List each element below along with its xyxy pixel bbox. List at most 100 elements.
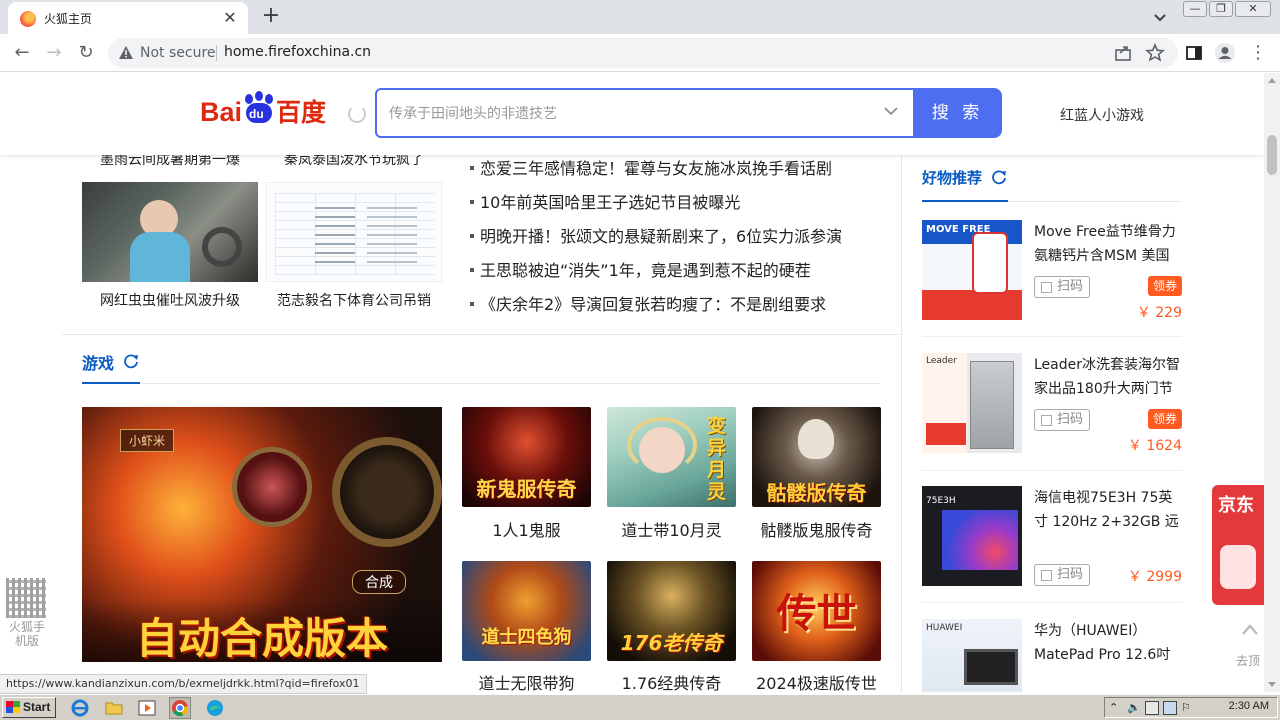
game-label[interactable]: 道士无限带狗 xyxy=(462,670,591,692)
bookmark-star-icon[interactable] xyxy=(1144,42,1166,64)
profile-avatar-icon[interactable] xyxy=(1214,42,1236,64)
omnibox-separator xyxy=(216,45,217,61)
search-header: Bai du 百度 搜 索 红蓝人小游戏 xyxy=(0,73,1264,155)
product-divider xyxy=(922,470,1182,471)
game-label[interactable]: 道士带10月灵 xyxy=(607,517,736,541)
game-label[interactable]: 骷髅版鬼服传奇 xyxy=(752,517,881,541)
scan-button[interactable]: 扫码 xyxy=(1034,564,1090,586)
thumb-text: 176老传奇 xyxy=(620,631,723,655)
browser-menu-icon[interactable]: ⋮ xyxy=(1246,41,1270,65)
photo-caption[interactable]: 范志毅名下体育公司吊销 xyxy=(266,290,442,310)
not-secure-label[interactable]: Not secure xyxy=(140,45,216,61)
back-to-top-label: 去顶 xyxy=(1236,654,1261,668)
refresh-icon[interactable] xyxy=(122,352,140,370)
jd-promo-widget[interactable]: 京东 xyxy=(1212,485,1264,605)
back-arrow-icon[interactable]: ← xyxy=(10,41,34,65)
headline-link[interactable]: 《庆余年2》导演回复张若昀瘦了：不是剧组要求 xyxy=(470,291,826,315)
forward-arrow-icon[interactable]: → xyxy=(42,41,66,65)
headline-link[interactable]: 明晚开播！张颂文的悬疑新剧来了，6位实力派参演 xyxy=(470,223,842,247)
new-tab-button[interactable]: + xyxy=(258,4,284,30)
chrome-icon[interactable] xyxy=(169,697,191,719)
network-icon[interactable] xyxy=(1145,701,1159,715)
game-thumbnail[interactable]: 176老传奇 xyxy=(607,561,736,661)
link-status-bubble: https://www.kandianzixun.com/b/exmeljdrk… xyxy=(0,674,367,694)
game-banner[interactable]: 小虾米 合成 自动合成版本 xyxy=(82,407,442,662)
chevron-down-icon[interactable] xyxy=(883,103,899,119)
tab-title: 火狐主页 xyxy=(44,12,93,26)
headline-link[interactable]: 王思聪被迫“消失”1年，竟是遇到惹不起的硬茬 xyxy=(470,257,811,281)
scan-button[interactable]: 扫码 xyxy=(1034,409,1090,431)
close-window-button[interactable]: ✕ xyxy=(1235,1,1271,17)
media-player-icon[interactable] xyxy=(137,698,157,718)
address-bar[interactable]: Not secure home.firefoxchina.cn xyxy=(108,38,1178,68)
volume-icon[interactable]: 🔈 xyxy=(1127,701,1141,715)
headline-link[interactable]: 10年前英国哈里王子选妃节目被曝光 xyxy=(470,189,740,213)
products-section-title: 好物推荐 xyxy=(922,169,983,187)
game-label[interactable]: 1.76经典传奇 xyxy=(607,670,736,692)
share-icon[interactable] xyxy=(1112,42,1134,64)
product-image-text: HUAWEI xyxy=(926,623,963,633)
qr-code-icon xyxy=(6,578,46,618)
scrollbar-thumb[interactable] xyxy=(1267,135,1277,175)
product-title[interactable]: Move Free益节维骨力氨糖钙片含MSM 美国 xyxy=(1034,220,1184,268)
product-image[interactable]: 75E3H xyxy=(922,486,1022,586)
baidu-logo[interactable]: Bai du 百度 xyxy=(200,91,326,131)
game-thumbnail[interactable]: 变异月灵 xyxy=(607,407,736,507)
qr-label: 火狐手机版 xyxy=(8,620,45,648)
product-title[interactable]: Leader冰洗套装海尔智家出品180升大两门节 xyxy=(1034,353,1184,401)
game-thumbnail[interactable]: 道士四色狗 xyxy=(462,561,591,661)
scroll-down-icon[interactable] xyxy=(1268,682,1276,687)
news-photo-document[interactable] xyxy=(266,182,442,282)
tab-strip: 火狐主页 ✕ + — ❐ ✕ xyxy=(0,0,1280,34)
tray-expand-icon[interactable]: ⌃ xyxy=(1109,701,1123,715)
banner-badge: 合成 xyxy=(352,570,406,594)
side-panel-icon[interactable] xyxy=(1183,42,1205,64)
minimize-button[interactable]: — xyxy=(1183,1,1207,17)
back-to-top-widget[interactable]: 去顶 xyxy=(1234,618,1264,692)
headline-link[interactable]: 恋爱三年感情稳定！霍尊与女友施冰岚挽手看话剧 xyxy=(470,155,832,179)
game-thumbnail[interactable]: 骷髅版传奇 xyxy=(752,407,881,507)
browser-tab[interactable]: 火狐主页 ✕ xyxy=(8,2,248,34)
section-underline xyxy=(82,382,140,384)
firefox-favicon-icon xyxy=(20,11,36,27)
tab-search-chevron-icon[interactable] xyxy=(1150,7,1170,27)
coupon-badge[interactable]: 领券 xyxy=(1148,409,1182,429)
refresh-icon[interactable] xyxy=(990,168,1008,186)
clock[interactable]: 2:30 AM xyxy=(1229,700,1269,712)
product-title[interactable]: 海信电视75E3H 75英寸 120Hz 2+32GB 远场语 xyxy=(1034,486,1184,534)
search-box[interactable] xyxy=(375,88,915,138)
scan-button[interactable]: 扫码 xyxy=(1034,276,1090,298)
url-text[interactable]: home.firefoxchina.cn xyxy=(224,44,371,60)
mobile-qr-widget[interactable]: 火狐手机版 xyxy=(3,576,49,648)
folder-icon[interactable] xyxy=(104,698,124,718)
display-icon[interactable] xyxy=(1163,701,1177,715)
system-tray: ⌃ 🔈 ⚐ 2:30 AM xyxy=(1104,697,1278,718)
game-thumbnail[interactable]: 新鬼服传奇 xyxy=(462,407,591,507)
game-label[interactable]: 2024极速版传世 xyxy=(752,670,881,692)
qr-code-icon xyxy=(1041,282,1052,293)
product-image[interactable]: MOVE FREE xyxy=(922,220,1022,320)
game-label[interactable]: 1人1鬼服 xyxy=(462,517,591,541)
product-image[interactable]: HUAWEI xyxy=(922,619,1022,692)
news-photo[interactable] xyxy=(82,182,258,282)
reload-icon[interactable]: ↻ xyxy=(74,41,98,65)
ie-icon[interactable] xyxy=(70,698,90,718)
flag-icon[interactable]: ⚐ xyxy=(1181,701,1195,715)
scroll-up-icon[interactable] xyxy=(1268,78,1276,83)
tab-close-icon[interactable]: ✕ xyxy=(220,8,240,28)
restore-button[interactable]: ❐ xyxy=(1209,1,1233,17)
hot-word-link[interactable]: 红蓝人小游戏 xyxy=(1060,105,1144,125)
start-button[interactable]: Start xyxy=(2,697,56,718)
search-button[interactable]: 搜 索 xyxy=(913,88,1002,138)
product-image[interactable]: Leader xyxy=(922,353,1022,453)
coupon-badge[interactable]: 领券 xyxy=(1148,276,1182,296)
product-price: ￥ 2999 xyxy=(1127,569,1182,585)
product-title[interactable]: 华为（HUAWEI）MatePad Pro 12.6吋 xyxy=(1034,619,1184,667)
edge-icon[interactable] xyxy=(205,698,225,718)
thumb-text: 骷髅版传奇 xyxy=(766,481,867,505)
search-input[interactable] xyxy=(389,102,859,126)
game-thumbnail[interactable]: 传世 xyxy=(752,561,881,661)
taskbar: Start ⌃ 🔈 ⚐ 2:30 AM xyxy=(0,694,1280,720)
page-scrollbar[interactable] xyxy=(1264,73,1280,692)
photo-caption[interactable]: 网红虫虫催吐风波升级 xyxy=(82,290,258,310)
